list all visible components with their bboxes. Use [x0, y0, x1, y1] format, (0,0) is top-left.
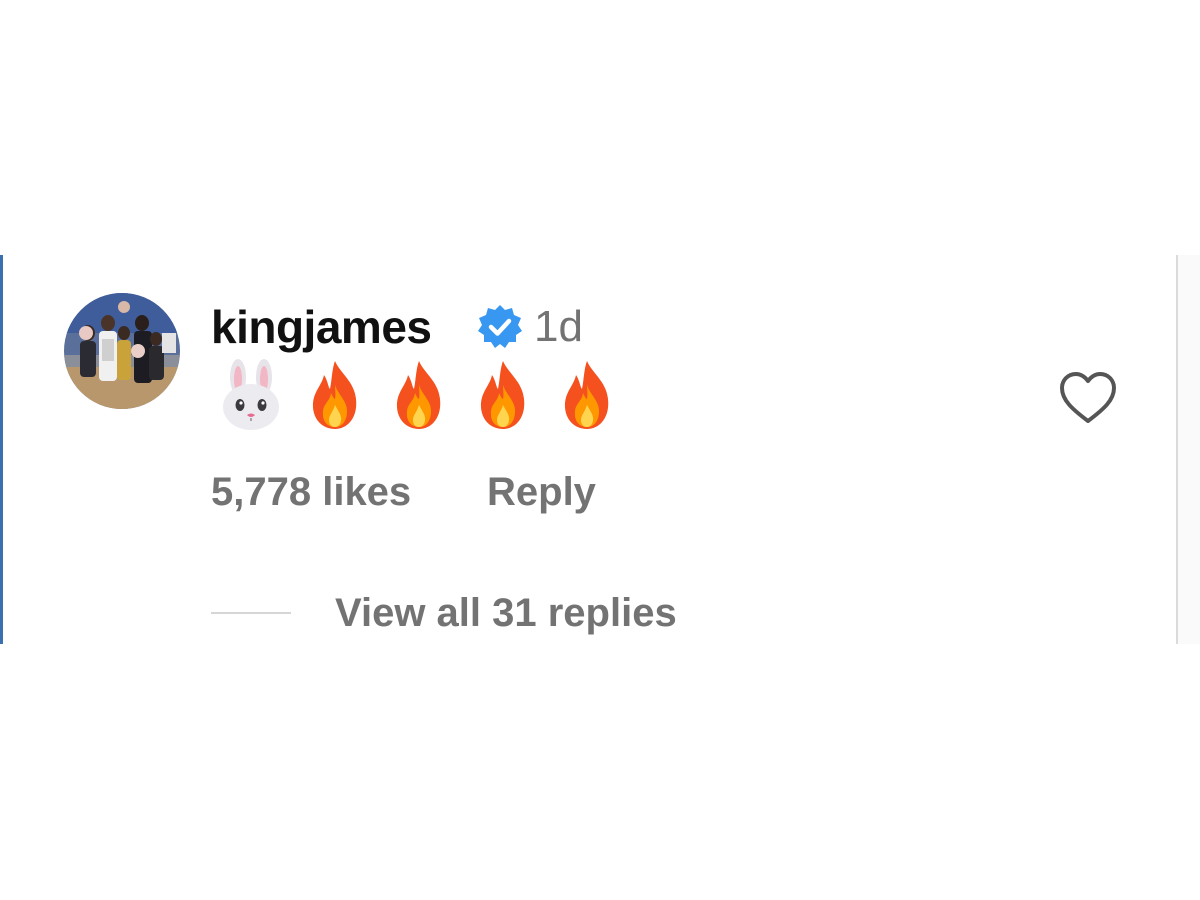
view-replies-button[interactable]: View all 31 replies — [335, 588, 677, 638]
left-window-edge — [0, 255, 3, 644]
fire-icon — [302, 359, 368, 431]
comment-item: kingjames 1d 5,778 likes Reply View all … — [0, 255, 1200, 644]
comment-text — [218, 359, 620, 431]
reply-button[interactable]: Reply — [487, 467, 596, 517]
comment-username[interactable]: kingjames — [211, 299, 432, 355]
replies-divider — [211, 612, 291, 614]
fire-icon — [470, 359, 536, 431]
scrollbar-track[interactable] — [1176, 255, 1200, 644]
fire-icon — [386, 359, 452, 431]
avatar-photo — [64, 293, 180, 409]
heart-icon[interactable] — [1058, 371, 1118, 427]
fire-icon — [554, 359, 620, 431]
verified-badge-icon — [476, 303, 524, 351]
like-count[interactable]: 5,778 likes — [211, 467, 411, 517]
screenshot-canvas: kingjames 1d 5,778 likes Reply View all … — [0, 0, 1200, 900]
rabbit-face-icon — [218, 359, 284, 431]
comment-timestamp[interactable]: 1d — [534, 299, 583, 355]
avatar[interactable] — [64, 293, 180, 409]
